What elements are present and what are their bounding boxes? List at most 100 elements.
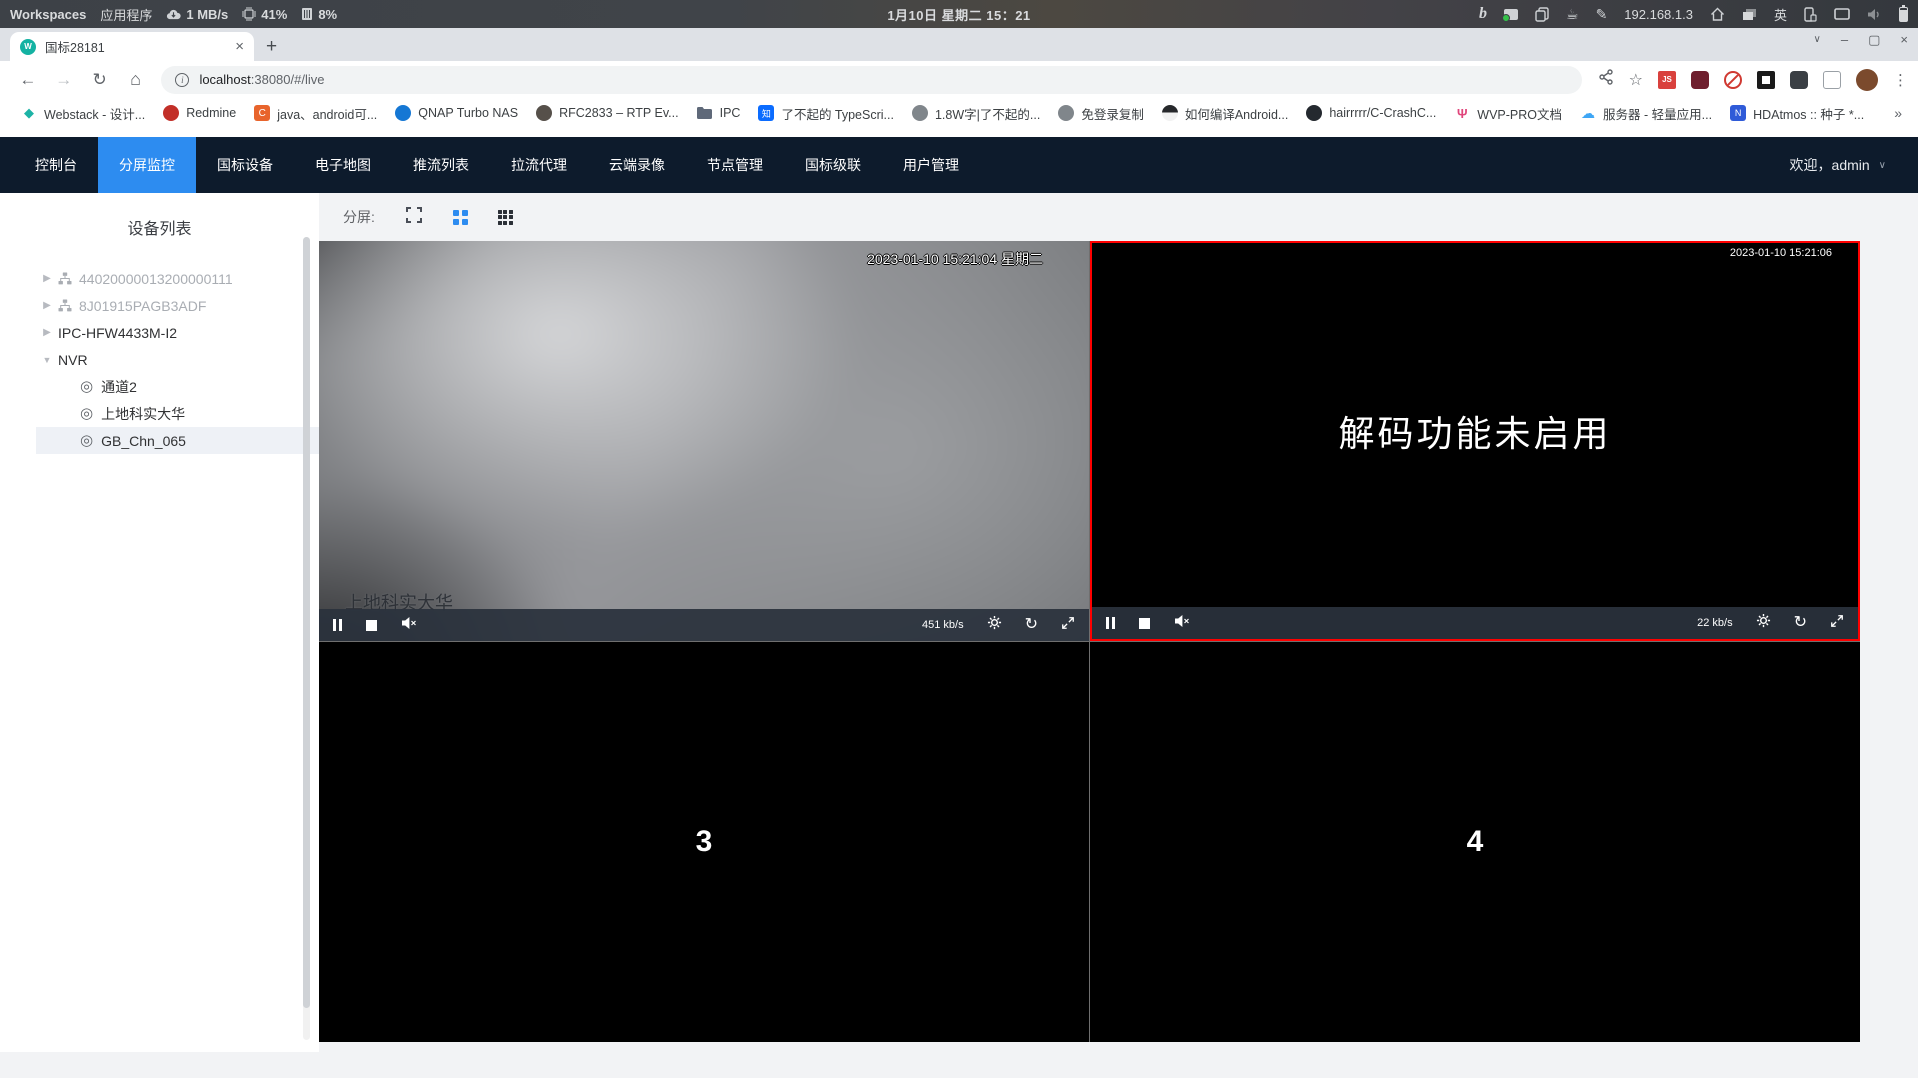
back-button[interactable]: ←: [16, 70, 40, 90]
tree-item-ipc[interactable]: ▶ IPC-HFW4433M-I2: [0, 319, 319, 346]
extension-qr-icon[interactable]: [1756, 70, 1775, 89]
nav-item-cloud-record[interactable]: 云端录像: [588, 137, 686, 193]
window-minimize-button[interactable]: –: [1841, 33, 1848, 46]
profile-avatar[interactable]: [1855, 68, 1878, 91]
bookmark-android-build[interactable]: 如何编译Android...: [1153, 101, 1298, 126]
phone-link-tray-icon[interactable]: [1804, 6, 1817, 22]
four-screen-icon[interactable]: [452, 209, 468, 225]
bookmark-github[interactable]: hairrrrr/C-CrashC...: [1297, 102, 1445, 124]
nav-item-console[interactable]: 控制台: [14, 137, 98, 193]
tree-item-gb-chn-065[interactable]: ◎ GB_Chn_065: [0, 427, 319, 454]
tree-item-nvr[interactable]: ▼ NVR: [0, 346, 319, 373]
caret-right-icon[interactable]: ▶: [36, 300, 58, 311]
nav-item-split-screen[interactable]: 分屏监控: [98, 137, 196, 193]
new-tab-button[interactable]: +: [266, 37, 277, 56]
volume-muted-icon[interactable]: [401, 616, 417, 635]
reload-button[interactable]: ↻: [88, 70, 112, 90]
pause-icon[interactable]: [333, 619, 342, 631]
bookmark-copy-free[interactable]: 免登录复制: [1049, 101, 1153, 126]
pen-tool-tray-icon[interactable]: ✎: [1596, 6, 1608, 23]
bookmark-wvp-doc[interactable]: Ψ WVP-PRO文档: [1445, 101, 1571, 126]
extension-outline-icon[interactable]: [1822, 70, 1841, 89]
caret-down-icon[interactable]: ▼: [36, 355, 58, 365]
video-cell-4[interactable]: 4: [1090, 642, 1860, 1042]
tab-search-chevron-icon[interactable]: ∨: [1814, 34, 1821, 45]
forward-button[interactable]: →: [52, 70, 76, 90]
bookmark-folder-ipc[interactable]: IPC: [688, 102, 750, 124]
memory-usage-indicator[interactable]: 8%: [301, 7, 337, 22]
tree-item-platform-1[interactable]: ▶ 44020000013200000111: [0, 265, 319, 292]
settings-gear-icon[interactable]: [1756, 613, 1771, 633]
bookmark-webstack[interactable]: ◆ Webstack - 设计...: [12, 101, 154, 126]
screenshot-tray-icon[interactable]: [1502, 8, 1518, 22]
clock[interactable]: 1月10日 星期二 15：21: [887, 5, 1030, 24]
fullscreen-icon[interactable]: [1061, 616, 1075, 635]
bookmark-server[interactable]: ☁ 服务器 - 轻量应用...: [1571, 101, 1721, 126]
clipboard-tray-icon[interactable]: [1535, 6, 1549, 22]
volume-muted-icon[interactable]: [1174, 614, 1190, 633]
bookmark-rfc[interactable]: RFC2833 – RTP Ev...: [527, 102, 688, 124]
video-cell-3[interactable]: 3: [319, 642, 1089, 1042]
caret-right-icon[interactable]: ▶: [36, 327, 58, 338]
nav-item-map[interactable]: 电子地图: [294, 137, 392, 193]
tree-item-platform-2[interactable]: ▶ 8J01915PAGB3ADF: [0, 292, 319, 319]
nav-item-pull-proxy[interactable]: 拉流代理: [490, 137, 588, 193]
bookmark-zhihu-ts[interactable]: 知 了不起的 TypeScri...: [749, 101, 903, 126]
nav-item-user-manage[interactable]: 用户管理: [882, 137, 980, 193]
tree-item-shangdi[interactable]: ◎ 上地科实大华: [0, 400, 319, 427]
site-info-icon[interactable]: i: [175, 72, 190, 87]
single-screen-icon[interactable]: [405, 206, 423, 229]
window-close-button[interactable]: ×: [1900, 33, 1908, 46]
volume-tray-icon[interactable]: [1867, 8, 1882, 21]
home-tray-icon[interactable]: [1710, 7, 1725, 21]
share-icon[interactable]: [1598, 69, 1614, 90]
browser-menu-icon[interactable]: ⋮: [1893, 71, 1908, 89]
nine-screen-icon[interactable]: [497, 209, 513, 225]
display-tray-icon[interactable]: [1834, 7, 1850, 21]
bing-tray-icon[interactable]: b: [1479, 5, 1487, 23]
nav-item-gb-cascade[interactable]: 国标级联: [784, 137, 882, 193]
bookmark-qnap[interactable]: QNAP Turbo NAS: [386, 102, 527, 124]
nav-item-gb-devices[interactable]: 国标设备: [196, 137, 294, 193]
workspaces-button[interactable]: Workspaces: [10, 7, 86, 22]
caret-right-icon[interactable]: ▶: [36, 273, 58, 284]
window-restore-button[interactable]: ▢: [1868, 33, 1880, 46]
cpu-usage-indicator[interactable]: 41%: [242, 7, 287, 22]
extension-wine-icon[interactable]: [1690, 70, 1709, 89]
coffee-tray-icon[interactable]: ☕: [1566, 6, 1579, 23]
bookmarks-overflow-chevron[interactable]: »: [1894, 105, 1918, 121]
applications-menu[interactable]: 应用程序: [100, 5, 152, 24]
input-method-indicator[interactable]: 英: [1774, 5, 1787, 24]
address-bar[interactable]: i localhost :38080/#/live: [161, 65, 1582, 94]
video-cell-2[interactable]: 2023-01-10 15:21:06 解码功能未启用 22 kb/s ↻: [1090, 241, 1860, 641]
fullscreen-icon[interactable]: [1830, 614, 1844, 633]
tree-item-channel2[interactable]: ◎ 通道2: [0, 373, 319, 400]
ip-address-indicator[interactable]: 192.168.1.3: [1624, 7, 1693, 22]
network-speed-indicator[interactable]: 1 MB/s: [166, 7, 228, 22]
tab-close-icon[interactable]: ×: [235, 39, 244, 54]
home-button[interactable]: ⌂: [124, 69, 148, 90]
video-cell-1[interactable]: 2023-01-10 15:21:04 星期二 上地科实大华 451 kb/s: [319, 241, 1089, 641]
nav-item-node-manage[interactable]: 节点管理: [686, 137, 784, 193]
extension-puzzle-icon[interactable]: [1789, 70, 1808, 89]
stop-icon[interactable]: [1139, 617, 1150, 629]
refresh-icon[interactable]: ↻: [1794, 615, 1807, 631]
user-menu[interactable]: 欢迎，admin ∨: [1790, 155, 1918, 175]
bookmark-csdn[interactable]: C java、android可...: [245, 101, 386, 126]
nav-item-push-list[interactable]: 推流列表: [392, 137, 490, 193]
bookmark-hdatmos[interactable]: N HDAtmos :: 种子 *...: [1721, 101, 1873, 126]
refresh-icon[interactable]: ↻: [1025, 617, 1038, 633]
settings-gear-icon[interactable]: [987, 615, 1002, 635]
bookmark-star-icon[interactable]: ☆: [1629, 70, 1643, 90]
bookmark-article[interactable]: 1.8W字|了不起的...: [903, 101, 1049, 126]
sidebar-scrollbar[interactable]: [303, 237, 310, 1040]
pause-icon[interactable]: [1106, 617, 1115, 629]
extension-js-icon[interactable]: JS: [1657, 70, 1676, 89]
stop-icon[interactable]: [366, 619, 377, 631]
windows-stack-tray-icon[interactable]: [1742, 8, 1757, 21]
tree-item-label: IPC-HFW4433M-I2: [58, 324, 178, 341]
bookmark-redmine[interactable]: Redmine: [154, 102, 245, 124]
extension-adblock-icon[interactable]: [1723, 70, 1742, 89]
browser-tab[interactable]: W 国标28181 ×: [10, 32, 254, 61]
battery-tray-icon[interactable]: [1899, 4, 1908, 22]
